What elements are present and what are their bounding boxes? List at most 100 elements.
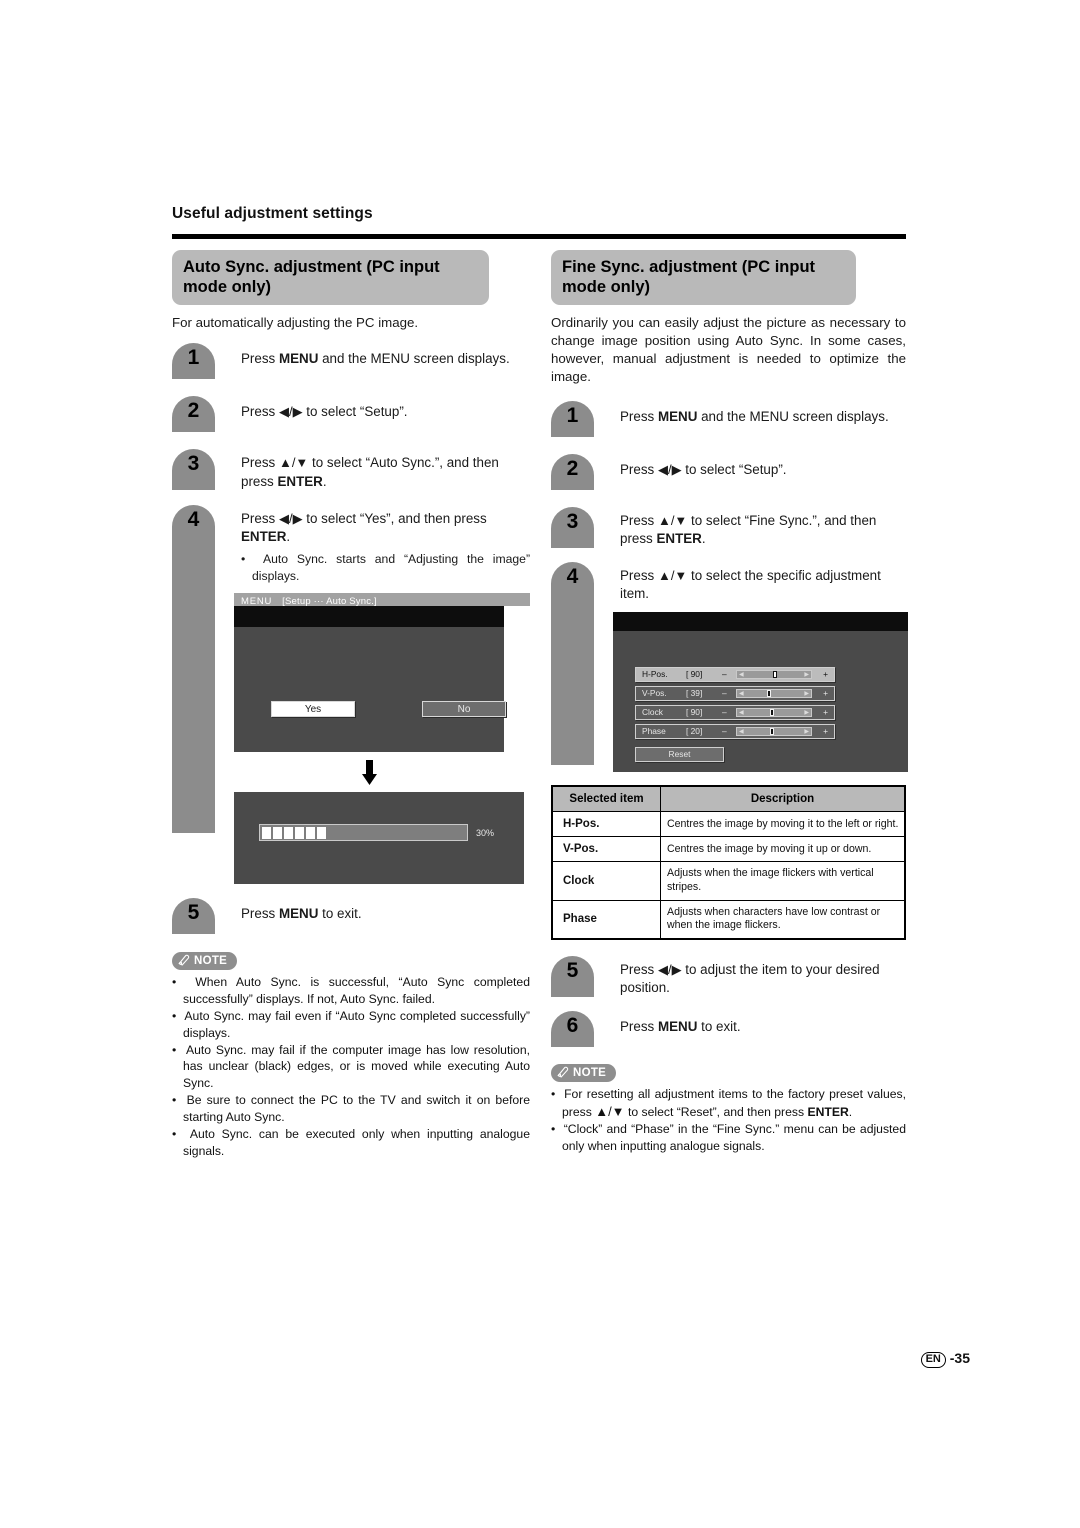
step-text-r2: Press ◀/▶ to select “Setup”. xyxy=(620,454,906,479)
left-intro: For automatically adjusting the PC image… xyxy=(172,315,419,331)
left-arrow-icon: ◀ xyxy=(739,672,744,679)
right-arrow-icon: ▶ xyxy=(804,672,809,679)
fine-sync-slider[interactable]: ◀ ▶ xyxy=(736,708,812,718)
table-row: Clock Adjusts when the image flickers wi… xyxy=(551,861,906,901)
fine-sync-slider[interactable]: ◀ ▶ xyxy=(736,670,812,680)
table-cell-desc: Adjusts when the image flickers with ver… xyxy=(660,861,906,901)
fine-sync-row-v-pos[interactable]: V-Pos. [ 39] – ◀ ▶ + xyxy=(635,686,835,702)
left-note-block: NOTE When Auto Sync. is successful, “Aut… xyxy=(172,951,530,1159)
minus-icon[interactable]: – xyxy=(722,725,727,738)
right-intro: Ordinarily you can easily adjust the pic… xyxy=(551,315,906,385)
slider-knob[interactable] xyxy=(772,671,777,679)
osd-black-strip xyxy=(613,612,908,632)
fine-sync-row-clock[interactable]: Clock [ 90] – ◀ ▶ + xyxy=(635,705,835,721)
table-cell-desc: Centres the image by moving it to the le… xyxy=(660,811,906,838)
step-marker-l3: 3 xyxy=(172,449,215,491)
step-text-l1: Press MENU and the MENU screen displays. xyxy=(241,343,530,368)
progress-block xyxy=(273,826,282,839)
step-l4-bold: ENTER xyxy=(241,528,287,544)
table-header-selected-item: Selected item xyxy=(551,785,661,813)
progress-block xyxy=(306,826,315,839)
osd-no-button[interactable]: No xyxy=(422,701,506,718)
progress-percent-label: 30% xyxy=(476,827,495,838)
table-row: H-Pos. Centres the image by moving it to… xyxy=(551,811,906,838)
right-note-block: NOTE For resetting all adjustment items … xyxy=(551,1063,906,1154)
step-l5-post: to exit. xyxy=(318,906,362,922)
step-l3: 3 Press ▲/▼ to select “Auto Sync.”, and … xyxy=(172,449,530,491)
step-r1-bold: MENU xyxy=(657,408,698,424)
slider-knob[interactable] xyxy=(766,690,771,698)
step-r1-post: and the MENU screen displays. xyxy=(697,408,889,424)
table-cell-item: Clock xyxy=(551,861,661,901)
slider-knob[interactable] xyxy=(770,728,775,736)
step-text-r3: Press ▲/▼ to select “Fine Sync.”, and th… xyxy=(620,507,906,548)
step-l3-pre: Press xyxy=(241,455,279,471)
plus-icon[interactable]: + xyxy=(823,725,828,738)
fine-sync-value: [ 20] xyxy=(686,726,703,737)
step-r5: 5 Press ◀/▶ to adjust the item to your d… xyxy=(551,955,906,997)
fine-sync-row-phase[interactable]: Phase [ 20] – ◀ ▶ + xyxy=(635,724,835,740)
minus-icon[interactable]: – xyxy=(722,687,727,700)
step-l2: 2 Press ◀/▶ to select “Setup”. xyxy=(172,396,530,433)
plus-icon[interactable]: + xyxy=(823,706,828,719)
osd-reset-button[interactable]: Reset xyxy=(635,747,724,763)
note-badge-right-label: NOTE xyxy=(573,1067,607,1080)
fine-sync-slider[interactable]: ◀ ▶ xyxy=(736,689,812,699)
page-number: -35 xyxy=(949,1350,970,1366)
step-r2: 2 Press ◀/▶ to select “Setup”. xyxy=(551,453,906,490)
step-r2-pre: Press xyxy=(620,461,658,477)
step-l4-mid: to select “Yes”, and then press xyxy=(302,510,487,526)
right-arrow-icon: ▶ xyxy=(804,729,809,736)
step-marker-l5: 5 xyxy=(172,898,215,935)
fine-sync-row-list: H-Pos. [ 90] – ◀ ▶ + V-Pos. [39] – ◀ ▶ … xyxy=(635,667,835,743)
right-note-list: For resetting all adjustment items to th… xyxy=(551,1086,906,1154)
step-r6-post: to exit. xyxy=(697,1019,741,1035)
note-item: Auto Sync. can be executed only when inp… xyxy=(172,1126,530,1159)
minus-icon[interactable]: – xyxy=(722,668,727,681)
osd-fine-sync: H-Pos. [ 90] – ◀ ▶ + V-Pos. [39] – ◀ ▶ … xyxy=(613,612,908,773)
step-r2-post: to select “Setup”. xyxy=(681,461,787,477)
left-right-arrow-icon: ◀/▶ xyxy=(657,961,682,977)
step-r3-post: . xyxy=(701,530,706,546)
note-item: Be sure to connect the PC to the TV and … xyxy=(172,1092,530,1125)
right-arrow-icon: ▶ xyxy=(804,710,809,717)
step-text-r1: Press MENU and the MENU screen displays. xyxy=(620,401,906,426)
table-row: Phase Adjusts when characters have low c… xyxy=(551,899,906,940)
osd-progress-body: 30% xyxy=(234,792,524,885)
plus-icon[interactable]: + xyxy=(823,687,828,700)
left-column: Auto Sync. adjustment (PC input mode onl… xyxy=(172,250,530,1159)
osd-yes-button[interactable]: Yes xyxy=(271,701,355,718)
osd-yes-no-row: Yes No xyxy=(234,627,506,752)
step-marker-r6: 6 xyxy=(551,1011,594,1048)
step-l5: 5 Press MENU to exit. xyxy=(172,898,530,935)
fine-sync-row-h-pos[interactable]: H-Pos. [ 90] – ◀ ▶ + xyxy=(635,667,835,683)
fine-sync-label: Phase xyxy=(642,726,666,737)
page-section-title: Useful adjustment settings xyxy=(172,205,373,222)
osd-black-strip xyxy=(234,606,504,628)
osd-confirm-body: Yes No xyxy=(234,627,506,753)
plus-icon[interactable]: + xyxy=(823,668,828,681)
up-down-arrow-icon: ▲/▼ xyxy=(278,455,309,471)
left-note-list: When Auto Sync. is successful, “Auto Syn… xyxy=(172,974,530,1159)
slider-knob[interactable] xyxy=(770,709,775,717)
step-l1: 1 Press MENU and the MENU screen display… xyxy=(172,343,530,380)
step-text-l3: Press ▲/▼ to select “Auto Sync.”, and th… xyxy=(241,449,530,490)
step-marker-r2: 2 xyxy=(551,453,594,490)
fine-sync-label: H-Pos. xyxy=(642,669,668,680)
table-cell-item: Phase xyxy=(551,899,661,940)
table-cell-desc: Centres the image by moving it up or dow… xyxy=(660,836,906,863)
step-r4: 4 Press ▲/▼ to select the specific adjus… xyxy=(551,562,908,773)
minus-icon[interactable]: – xyxy=(722,706,727,719)
step-l4-post: . xyxy=(286,528,291,544)
osd-path-label: [Setup ··· Auto Sync.] xyxy=(282,596,377,608)
progress-block xyxy=(262,826,271,839)
osd-menu-label: MENU xyxy=(241,596,273,608)
fine-sync-slider[interactable]: ◀ ▶ xyxy=(736,727,812,737)
note-item: “Clock” and “Phase” in the “Fine Sync.” … xyxy=(551,1121,906,1154)
note-item: Auto Sync. may fail even if “Auto Sync c… xyxy=(172,1008,530,1041)
page-footer: EN -35 xyxy=(920,1350,970,1368)
step-r3-pre: Press xyxy=(620,512,658,528)
language-badge: EN xyxy=(920,1352,946,1368)
left-arrow-icon: ◀ xyxy=(739,710,744,717)
table-cell-item: H-Pos. xyxy=(551,811,661,838)
